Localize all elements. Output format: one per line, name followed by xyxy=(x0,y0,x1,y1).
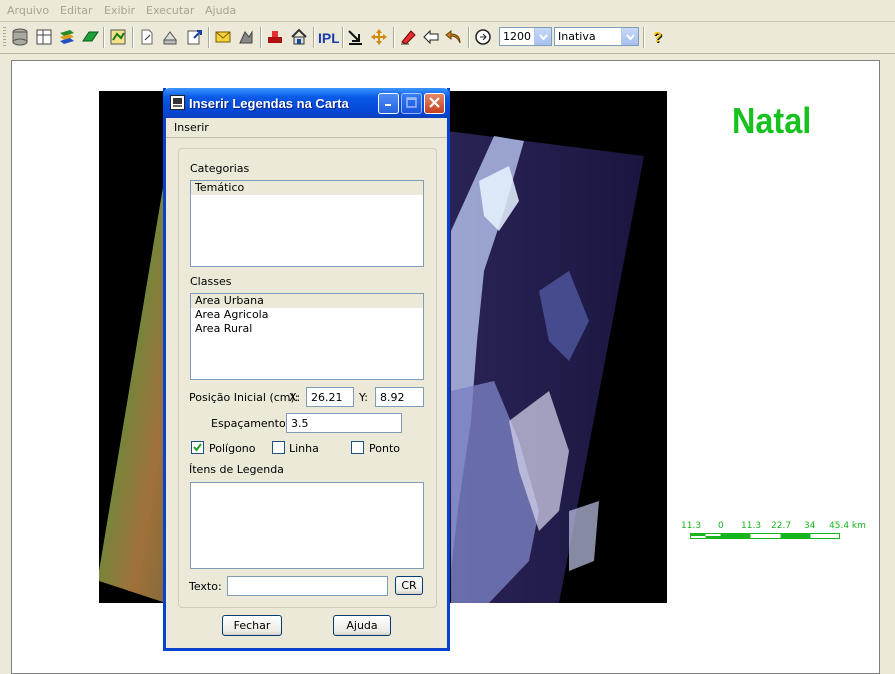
scale-label: 0 xyxy=(718,521,724,531)
linha-checkbox[interactable] xyxy=(272,441,285,454)
x-label: X: xyxy=(289,391,301,404)
menu-exibir[interactable]: Exibir xyxy=(104,4,135,17)
svg-text:?: ? xyxy=(653,29,662,46)
scale-label: 45.4 km xyxy=(829,521,866,531)
envelope-icon[interactable] xyxy=(213,27,233,47)
scale-value: 1200 xyxy=(503,30,531,43)
mode-value: Inativa xyxy=(558,30,596,43)
toolbar: IPL 1200 Inativa ?? xyxy=(0,22,895,54)
arrow-in-icon[interactable] xyxy=(345,27,365,47)
list-item[interactable]: Area Urbana xyxy=(191,294,423,308)
poligono-checkbox[interactable] xyxy=(191,441,204,454)
house-icon[interactable] xyxy=(289,27,309,47)
maximize-button[interactable] xyxy=(401,93,422,114)
dialog-title: Inserir Legendas na Carta xyxy=(189,96,349,111)
eraser-icon[interactable] xyxy=(398,27,418,47)
classes-label: Classes xyxy=(190,275,232,288)
back-arrow-icon[interactable] xyxy=(421,27,441,47)
dialog-title-bar[interactable]: Inserir Legendas na Carta xyxy=(163,88,450,118)
linha-label[interactable]: Linha xyxy=(289,442,319,455)
dialog-menu-bar: Inserir xyxy=(166,118,447,138)
scale-combo[interactable]: 1200 xyxy=(499,27,552,46)
map-icon[interactable] xyxy=(108,27,128,47)
chevron-down-icon[interactable] xyxy=(621,28,638,45)
scale-bar[interactable] xyxy=(690,533,840,539)
minimize-button[interactable] xyxy=(378,93,399,114)
chevron-down-icon[interactable] xyxy=(534,28,551,45)
categorias-label: Categorias xyxy=(190,162,250,175)
ponto-label[interactable]: Ponto xyxy=(369,442,400,455)
svg-text:IPL: IPL xyxy=(318,30,339,46)
move-icon[interactable] xyxy=(369,27,389,47)
close-icon xyxy=(429,96,440,111)
menu-executar[interactable]: Executar xyxy=(146,4,195,17)
scale-label: 22.7 xyxy=(771,521,792,531)
menu-bar: Arquivo Editar Exibir Executar Ajuda xyxy=(0,0,895,22)
help-icon[interactable]: ?? xyxy=(649,27,669,47)
texto-field[interactable] xyxy=(227,576,388,596)
insert-legend-dialog: Inserir Legendas na Carta Inserir Catego… xyxy=(163,88,450,651)
texto-label: Texto: xyxy=(189,580,222,593)
menu-inserir[interactable]: Inserir xyxy=(174,121,209,134)
city-label[interactable]: Natal xyxy=(732,100,811,142)
maximize-icon xyxy=(406,96,417,111)
scale-label: 11.3 xyxy=(741,521,762,531)
scale-label: 11.3 xyxy=(681,521,702,531)
espacamento-label: Espaçamento: xyxy=(211,417,290,430)
posicao-label: Posição Inicial (cm): xyxy=(189,391,299,404)
app-window-icon xyxy=(170,95,185,113)
espacamento-field[interactable]: 3.5 xyxy=(286,413,402,433)
menu-arquivo[interactable]: Arquivo xyxy=(7,4,49,17)
menu-editar[interactable]: Editar xyxy=(60,4,93,17)
layers-icon[interactable] xyxy=(57,27,77,47)
mode-combo[interactable]: Inativa xyxy=(554,27,639,46)
database-icon[interactable] xyxy=(10,27,30,47)
itens-list[interactable] xyxy=(190,482,424,569)
text-ipl-icon[interactable]: IPL xyxy=(317,27,339,47)
minimize-icon xyxy=(384,97,393,110)
fechar-button[interactable]: Fechar xyxy=(222,615,282,636)
x-field[interactable]: 26.21 xyxy=(306,387,354,407)
itens-label: Ítens de Legenda xyxy=(189,463,284,476)
export-doc-icon[interactable] xyxy=(184,27,204,47)
list-item[interactable]: Area Agricola xyxy=(191,308,423,322)
close-button[interactable] xyxy=(424,93,445,114)
insert-legend-icon[interactable] xyxy=(265,27,285,47)
plane-icon[interactable] xyxy=(80,27,100,47)
y-label: Y: xyxy=(359,391,368,404)
zoom-icon[interactable] xyxy=(473,27,493,47)
poligono-label[interactable]: Polígono xyxy=(209,442,256,455)
edit-doc-icon[interactable] xyxy=(160,27,180,47)
ponto-checkbox[interactable] xyxy=(351,441,364,454)
classes-list[interactable]: Area Urbana Area Agricola Area Rural xyxy=(190,293,424,380)
table-icon[interactable] xyxy=(34,27,54,47)
list-item[interactable]: Temático xyxy=(191,181,423,195)
ajuda-button[interactable]: Ajuda xyxy=(333,615,391,636)
checkmark-icon xyxy=(192,443,203,456)
list-item[interactable]: Area Rural xyxy=(191,322,423,336)
categorias-list[interactable]: Temático xyxy=(190,180,424,267)
cr-button[interactable]: CR xyxy=(395,576,423,595)
menu-ajuda[interactable]: Ajuda xyxy=(205,4,236,17)
scale-label: 34 xyxy=(804,521,816,531)
toolbar-grip[interactable] xyxy=(3,27,6,48)
insert-legend-icon[interactable] xyxy=(236,27,256,47)
y-field[interactable]: 8.92 xyxy=(375,387,424,407)
undo-icon[interactable] xyxy=(444,27,464,47)
new-doc-icon[interactable] xyxy=(137,27,157,47)
